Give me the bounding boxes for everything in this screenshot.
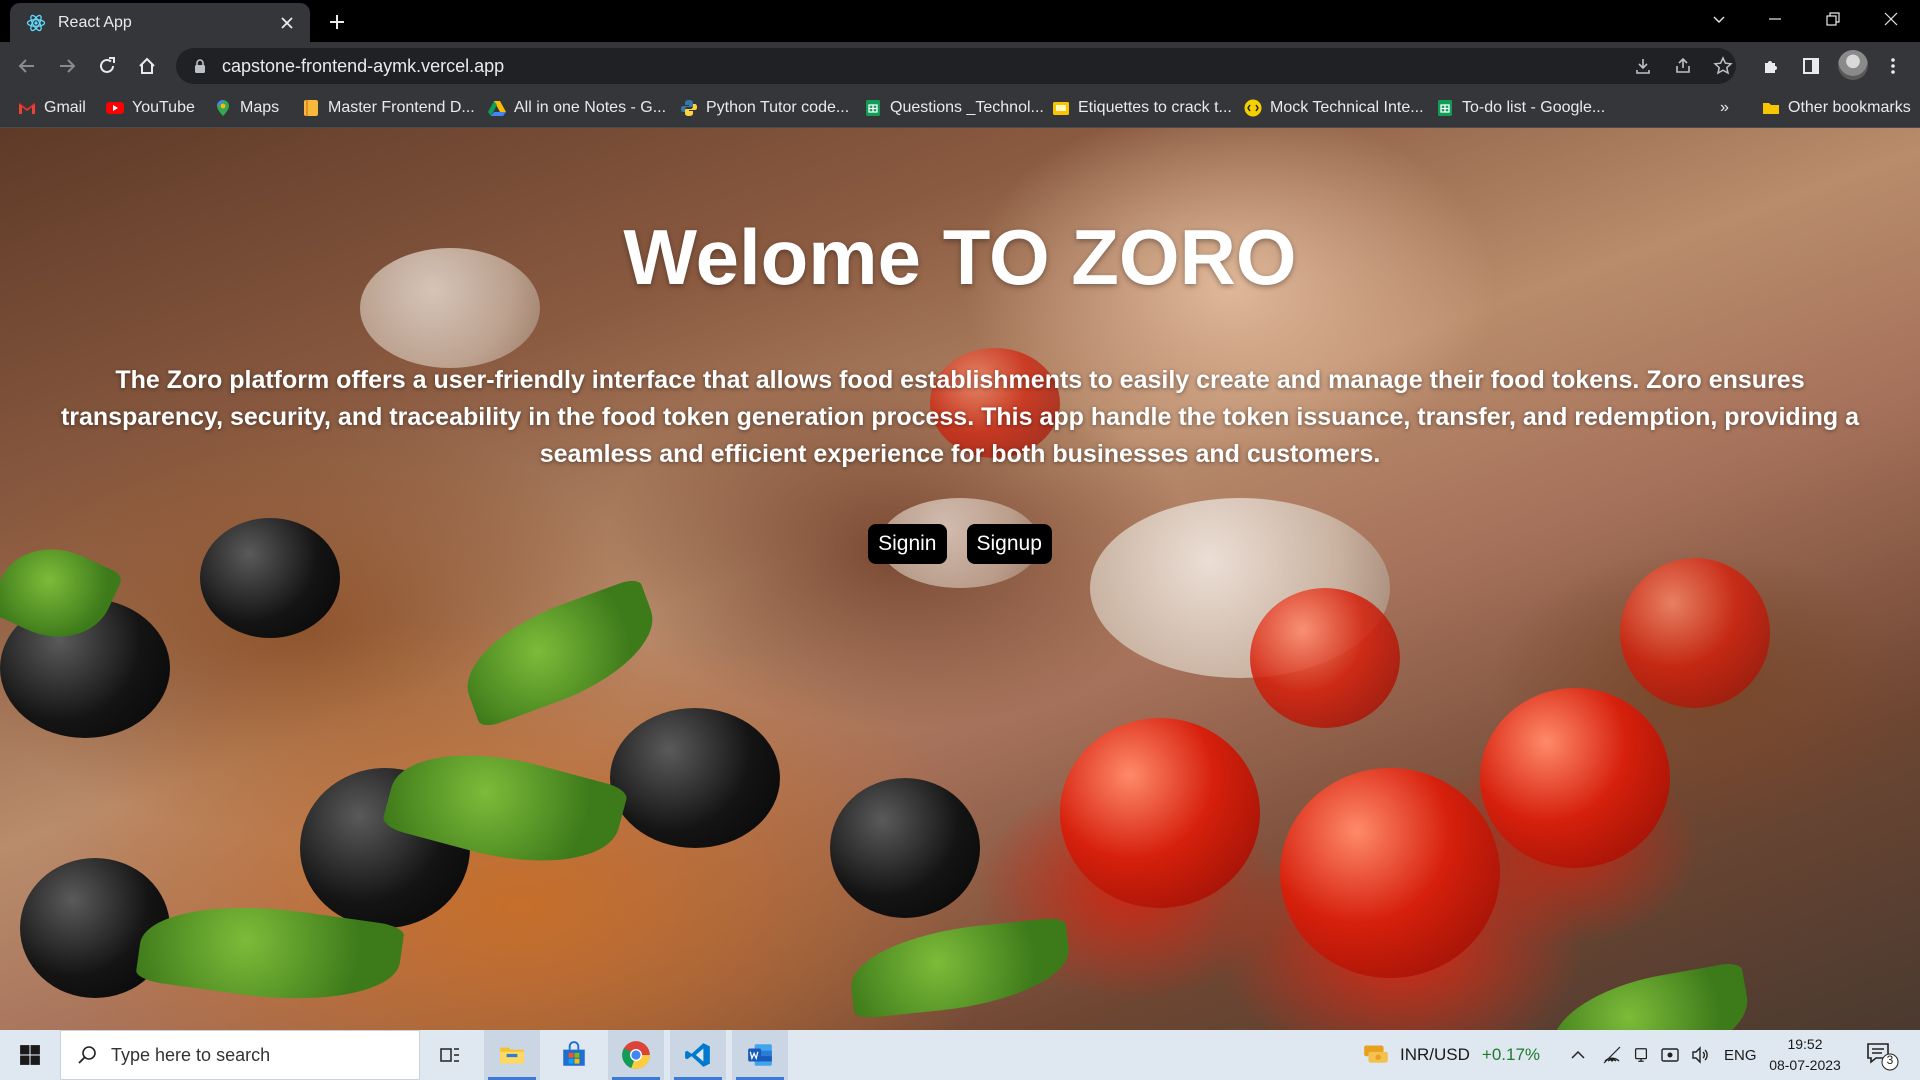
notebook-icon <box>302 99 320 117</box>
browser-tab-active[interactable]: React App <box>10 3 310 42</box>
youtube-icon <box>106 99 124 117</box>
more-bookmarks-chevron[interactable]: » <box>1720 90 1729 126</box>
bookmark-todo-list[interactable]: To-do list - Google... <box>1436 90 1605 126</box>
page-viewport: Welome TO ZORO The Zoro platform offers … <box>0 128 1920 1030</box>
bookmark-label: All in one Notes - G... <box>514 99 667 116</box>
browser-toolbar: capstone-frontend-aymk.vercel.app <box>0 42 1920 90</box>
bookmark-label: To-do list - Google... <box>1462 99 1606 116</box>
bookmark-label: Questions _Technol... <box>890 99 1044 116</box>
clock-time: 19:52 <box>1787 1036 1823 1052</box>
minimize-window-button[interactable] <box>1746 0 1804 38</box>
signup-button[interactable]: Signup <box>966 524 1052 564</box>
lock-icon <box>192 58 208 74</box>
chrome-icon[interactable] <box>608 1030 664 1080</box>
share-icon[interactable] <box>1666 48 1700 84</box>
restore-window-button[interactable] <box>1804 0 1862 38</box>
currency-widget[interactable]: INR/USD +0.17% <box>1362 1030 1540 1080</box>
close-tab-icon[interactable] <box>276 12 298 34</box>
auth-buttons: Signin Signup <box>0 524 1920 564</box>
home-button[interactable] <box>130 49 164 83</box>
bookmark-label: Gmail <box>44 99 86 116</box>
system-clock[interactable]: 19:52 08-07-2023 <box>1760 1034 1850 1076</box>
hero-section: Welome TO ZORO The Zoro platform offers … <box>0 128 1920 1030</box>
other-bookmarks-label: Other bookmarks <box>1788 99 1911 116</box>
folder-note-icon <box>1052 99 1070 117</box>
vscode-icon[interactable] <box>670 1030 726 1080</box>
mock-interview-icon <box>1244 99 1262 117</box>
maps-icon <box>214 99 232 117</box>
search-placeholder: Type here to search <box>111 1044 271 1065</box>
currency-change-value: +0.17% <box>1481 1045 1541 1064</box>
close-window-button[interactable] <box>1862 0 1920 38</box>
windows-start-icon[interactable] <box>0 1030 60 1080</box>
url-text: capstone-frontend-aymk.vercel.app <box>222 55 505 76</box>
bookmark-python-tutor[interactable]: Python Tutor code... <box>680 90 849 126</box>
folder-icon <box>1762 99 1780 117</box>
task-view-icon[interactable] <box>422 1030 478 1080</box>
file-explorer-icon[interactable] <box>484 1030 540 1080</box>
sheets-icon <box>1436 99 1454 117</box>
input-language[interactable]: ENG <box>1724 1030 1757 1080</box>
tab-search-chevron-icon[interactable] <box>1690 0 1748 38</box>
clock-date: 08-07-2023 <box>1769 1057 1841 1073</box>
bookmark-label: Mock Technical Inte... <box>1270 99 1424 116</box>
reload-button[interactable] <box>90 49 124 83</box>
back-button[interactable] <box>10 49 44 83</box>
signin-button[interactable]: Signin <box>868 524 947 564</box>
side-panel-icon[interactable] <box>1794 49 1828 83</box>
currency-pair-label: INR/USD <box>1400 1045 1470 1064</box>
install-app-icon[interactable] <box>1626 48 1660 84</box>
windows-taskbar: Type here to search INR/USD +0.17% ENG 1… <box>0 1030 1920 1080</box>
more-bookmarks-label: » <box>1720 99 1729 116</box>
bookmark-mock-technical[interactable]: Mock Technical Inte... <box>1244 90 1424 126</box>
forward-button[interactable] <box>50 49 84 83</box>
bookmarks-bar: Gmail YouTube Maps Master Frontend D... … <box>0 90 1920 128</box>
extensions-puzzle-icon[interactable] <box>1754 49 1788 83</box>
search-icon <box>77 1045 97 1065</box>
bookmark-etiquettes[interactable]: Etiquettes to crack t... <box>1052 90 1232 126</box>
show-hidden-icons-chevron[interactable] <box>1570 1030 1586 1080</box>
react-icon <box>26 13 46 33</box>
profile-avatar[interactable] <box>1838 50 1868 80</box>
sheets-icon <box>864 99 882 117</box>
bookmark-master-frontend[interactable]: Master Frontend D... <box>302 90 475 126</box>
hero-title: Welome TO ZORO <box>623 213 1297 301</box>
bookmark-star-icon[interactable] <box>1706 48 1740 84</box>
device-icon[interactable] <box>1632 1030 1650 1080</box>
bookmark-questions-technol[interactable]: Questions _Technol... <box>864 90 1044 126</box>
bookmark-label: Maps <box>240 99 280 116</box>
microsoft-store-icon[interactable] <box>546 1030 602 1080</box>
browser-menu-icon[interactable] <box>1876 49 1910 83</box>
bookmark-label: Master Frontend D... <box>328 99 475 116</box>
notification-center-icon[interactable]: 3 <box>1864 1040 1900 1072</box>
word-icon[interactable] <box>732 1030 788 1080</box>
network-icon[interactable] <box>1602 1030 1622 1080</box>
volume-icon[interactable] <box>1690 1030 1710 1080</box>
bookmark-gmail[interactable]: Gmail <box>18 90 86 126</box>
address-bar[interactable]: capstone-frontend-aymk.vercel.app <box>176 48 1736 84</box>
python-icon <box>680 99 698 117</box>
bookmark-label: Etiquettes to crack t... <box>1078 99 1232 116</box>
gmail-icon <box>18 99 36 117</box>
taskbar-search-input[interactable]: Type here to search <box>60 1030 420 1080</box>
tab-title: React App <box>58 13 132 31</box>
tab-strip: React App <box>0 0 1920 42</box>
bookmark-youtube[interactable]: YouTube <box>106 90 195 126</box>
new-tab-button[interactable] <box>322 7 352 37</box>
drive-icon <box>488 99 506 117</box>
currency-exchange-icon <box>1362 1039 1390 1072</box>
bookmark-all-in-one-notes[interactable]: All in one Notes - G... <box>488 90 666 126</box>
bookmark-maps[interactable]: Maps <box>214 90 279 126</box>
hero-description: The Zoro platform offers a user-friendly… <box>60 366 1860 468</box>
bookmark-label: YouTube <box>132 99 195 116</box>
other-bookmarks-folder[interactable]: Other bookmarks <box>1762 90 1911 126</box>
meet-now-icon[interactable] <box>1660 1030 1680 1080</box>
notification-count-badge: 3 <box>1886 1053 1894 1067</box>
bookmark-label: Python Tutor code... <box>706 99 850 116</box>
